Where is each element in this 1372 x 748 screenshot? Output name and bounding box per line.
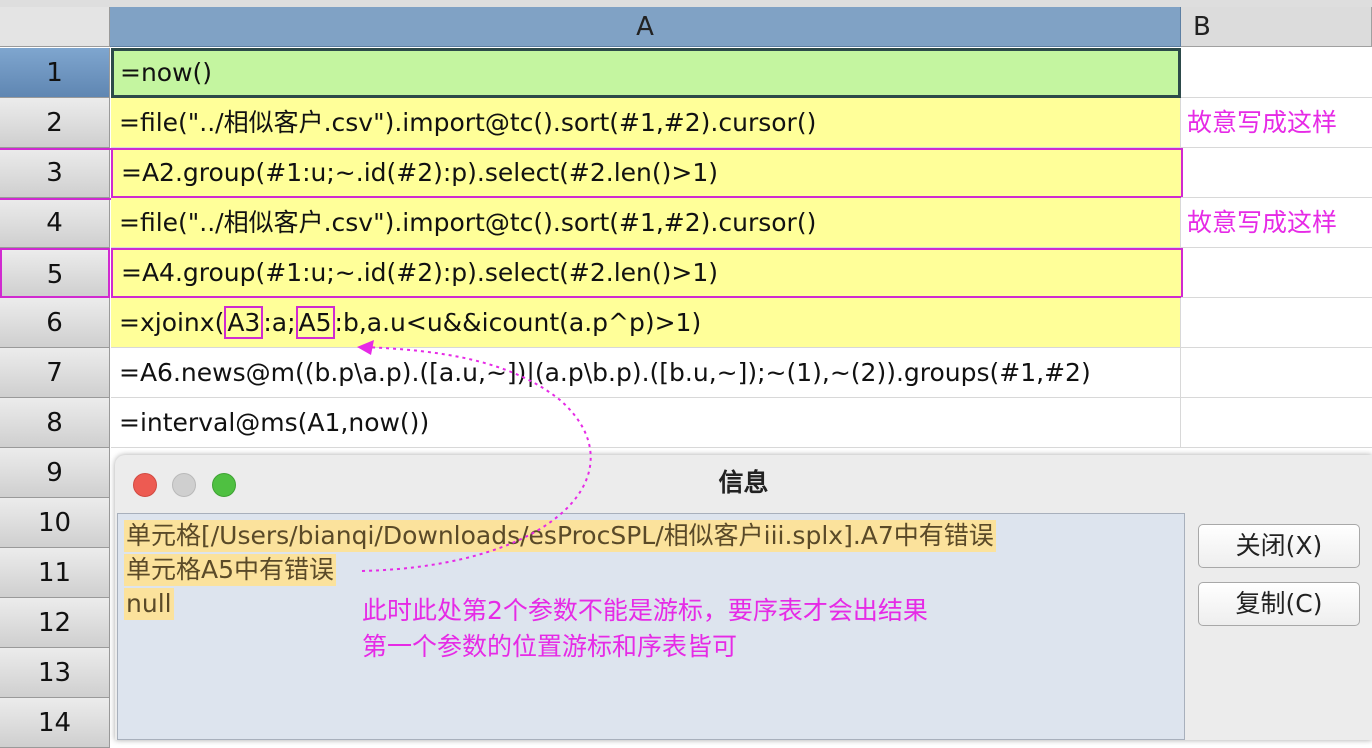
ref-a3-boxed: A3	[224, 306, 264, 339]
top-strip	[0, 0, 1372, 7]
formula-part: =xjoinx(	[119, 308, 225, 337]
row-header-14[interactable]: 14	[0, 698, 110, 748]
row-header-6[interactable]: 6	[0, 298, 110, 348]
cell-b1[interactable]	[1181, 48, 1372, 98]
message-area[interactable]: 单元格[/Users/bianqi/Downloads/esProcSPL/相似…	[117, 513, 1185, 740]
ref-a5-boxed: A5	[295, 306, 335, 339]
row-header-3[interactable]: 3	[0, 148, 110, 198]
row-header-10[interactable]: 10	[0, 498, 110, 548]
highlight-line	[0, 148, 111, 150]
highlight-line	[0, 198, 111, 200]
cell-a4[interactable]: =file("../相似客户.csv").import@tc().sort(#1…	[111, 198, 1181, 248]
close-window-icon[interactable]	[133, 473, 157, 497]
cell-a1[interactable]: =now()	[111, 48, 1181, 98]
cell-b6[interactable]	[1181, 298, 1372, 348]
row-header-5[interactable]: 5	[0, 248, 110, 298]
close-button[interactable]: 关闭(X)	[1198, 524, 1360, 568]
column-header-a[interactable]: A	[110, 7, 1181, 47]
info-dialog: 信息 单元格[/Users/bianqi/Downloads/esProcSPL…	[115, 455, 1372, 740]
cell-a2[interactable]: =file("../相似客户.csv").import@tc().sort(#1…	[111, 98, 1181, 148]
row-header-2[interactable]: 2	[0, 98, 110, 148]
row-header-4[interactable]: 4	[0, 198, 110, 248]
row-header-12[interactable]: 12	[0, 598, 110, 648]
row-header-13[interactable]: 13	[0, 648, 110, 698]
annotation-line-2: 第一个参数的位置游标和序表皆可	[362, 632, 738, 661]
cell-b7[interactable]	[1181, 348, 1372, 398]
cell-b8[interactable]	[1181, 398, 1372, 448]
row-header-1[interactable]: 1	[0, 48, 110, 98]
cell-b4-note[interactable]: 故意写成这样	[1181, 198, 1372, 248]
select-all-corner[interactable]	[0, 7, 110, 47]
dialog-title: 信息	[718, 468, 769, 497]
dialog-titlebar[interactable]: 信息	[115, 455, 1372, 511]
error-message-2: 单元格A5中有错误	[124, 554, 337, 586]
error-message-1: 单元格[/Users/bianqi/Downloads/esProcSPL/相似…	[124, 520, 996, 552]
cell-a7[interactable]: =A6.news@m((b.p\a.p).([a.u,~])|(a.p\b.p)…	[111, 348, 1181, 398]
cell-a5[interactable]: =A4.group(#1:u;~.id(#2):p).select(#2.len…	[111, 248, 1183, 298]
zoom-window-icon[interactable]	[212, 473, 236, 497]
cell-a6[interactable]: =xjoinx(A3:a; A5:b,a.u<u&&icount(a.p^p)>1…	[111, 298, 1181, 348]
cell-a3[interactable]: =A2.group(#1:u;~.id(#2):p).select(#2.len…	[111, 148, 1183, 198]
row-header-8[interactable]: 8	[0, 398, 110, 448]
minimize-window-icon[interactable]	[172, 473, 196, 497]
row-header-7[interactable]: 7	[0, 348, 110, 398]
error-message-3: null	[124, 588, 174, 620]
formula-part: :a;	[263, 308, 296, 337]
row-header-9[interactable]: 9	[0, 448, 110, 498]
formula-part: :b,a.u<u&&icount(a.p^p)>1)	[334, 308, 702, 337]
column-header-b[interactable]: B	[1181, 7, 1372, 47]
cell-a8[interactable]: =interval@ms(A1,now())	[111, 398, 1181, 448]
cell-b2-note[interactable]: 故意写成这样	[1181, 98, 1372, 148]
row-header-11[interactable]: 11	[0, 548, 110, 598]
cell-b5[interactable]	[1181, 248, 1372, 298]
cell-b3[interactable]	[1181, 148, 1372, 198]
annotation-line-1: 此时此处第2个参数不能是游标，要序表才会出结果	[362, 596, 928, 625]
copy-button[interactable]: 复制(C)	[1198, 582, 1360, 626]
